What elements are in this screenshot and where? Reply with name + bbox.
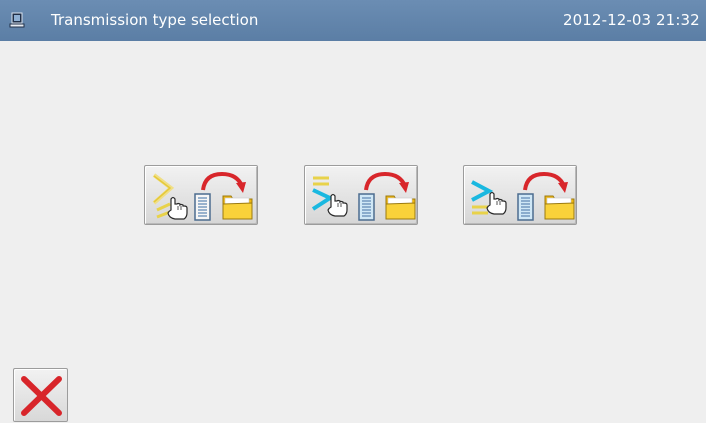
document-icon <box>194 193 211 221</box>
chevron-stitch-icon <box>471 180 494 215</box>
page-title: Transmission type selection <box>51 11 259 29</box>
cancel-button[interactable] <box>13 368 68 422</box>
transfer-arrow-icon <box>523 171 568 193</box>
hand-pointer-icon <box>167 196 188 220</box>
close-icon <box>21 376 62 416</box>
folder-icon <box>385 195 416 220</box>
chevron-stitch-icon <box>311 176 335 211</box>
transmission-type-screen: Transmission type selection 2012-12-03 2… <box>0 0 706 423</box>
transfer-arrow-icon <box>364 171 409 193</box>
document-icon <box>358 193 375 221</box>
transfer-arrow-icon <box>201 171 246 193</box>
transmission-type-3-button[interactable] <box>463 165 577 225</box>
computer-icon <box>9 12 25 28</box>
datetime-display: 2012-12-03 21:32 <box>563 11 700 29</box>
chevron-stitch-icon <box>152 173 175 219</box>
hand-pointer-icon <box>486 191 507 215</box>
folder-icon <box>222 195 253 220</box>
transmission-type-1-button[interactable] <box>144 165 258 225</box>
title-bar: Transmission type selection 2012-12-03 2… <box>0 0 706 41</box>
folder-icon <box>544 195 575 220</box>
transmission-type-2-button[interactable] <box>304 165 418 225</box>
hand-pointer-icon <box>327 193 348 217</box>
document-icon <box>517 193 534 221</box>
